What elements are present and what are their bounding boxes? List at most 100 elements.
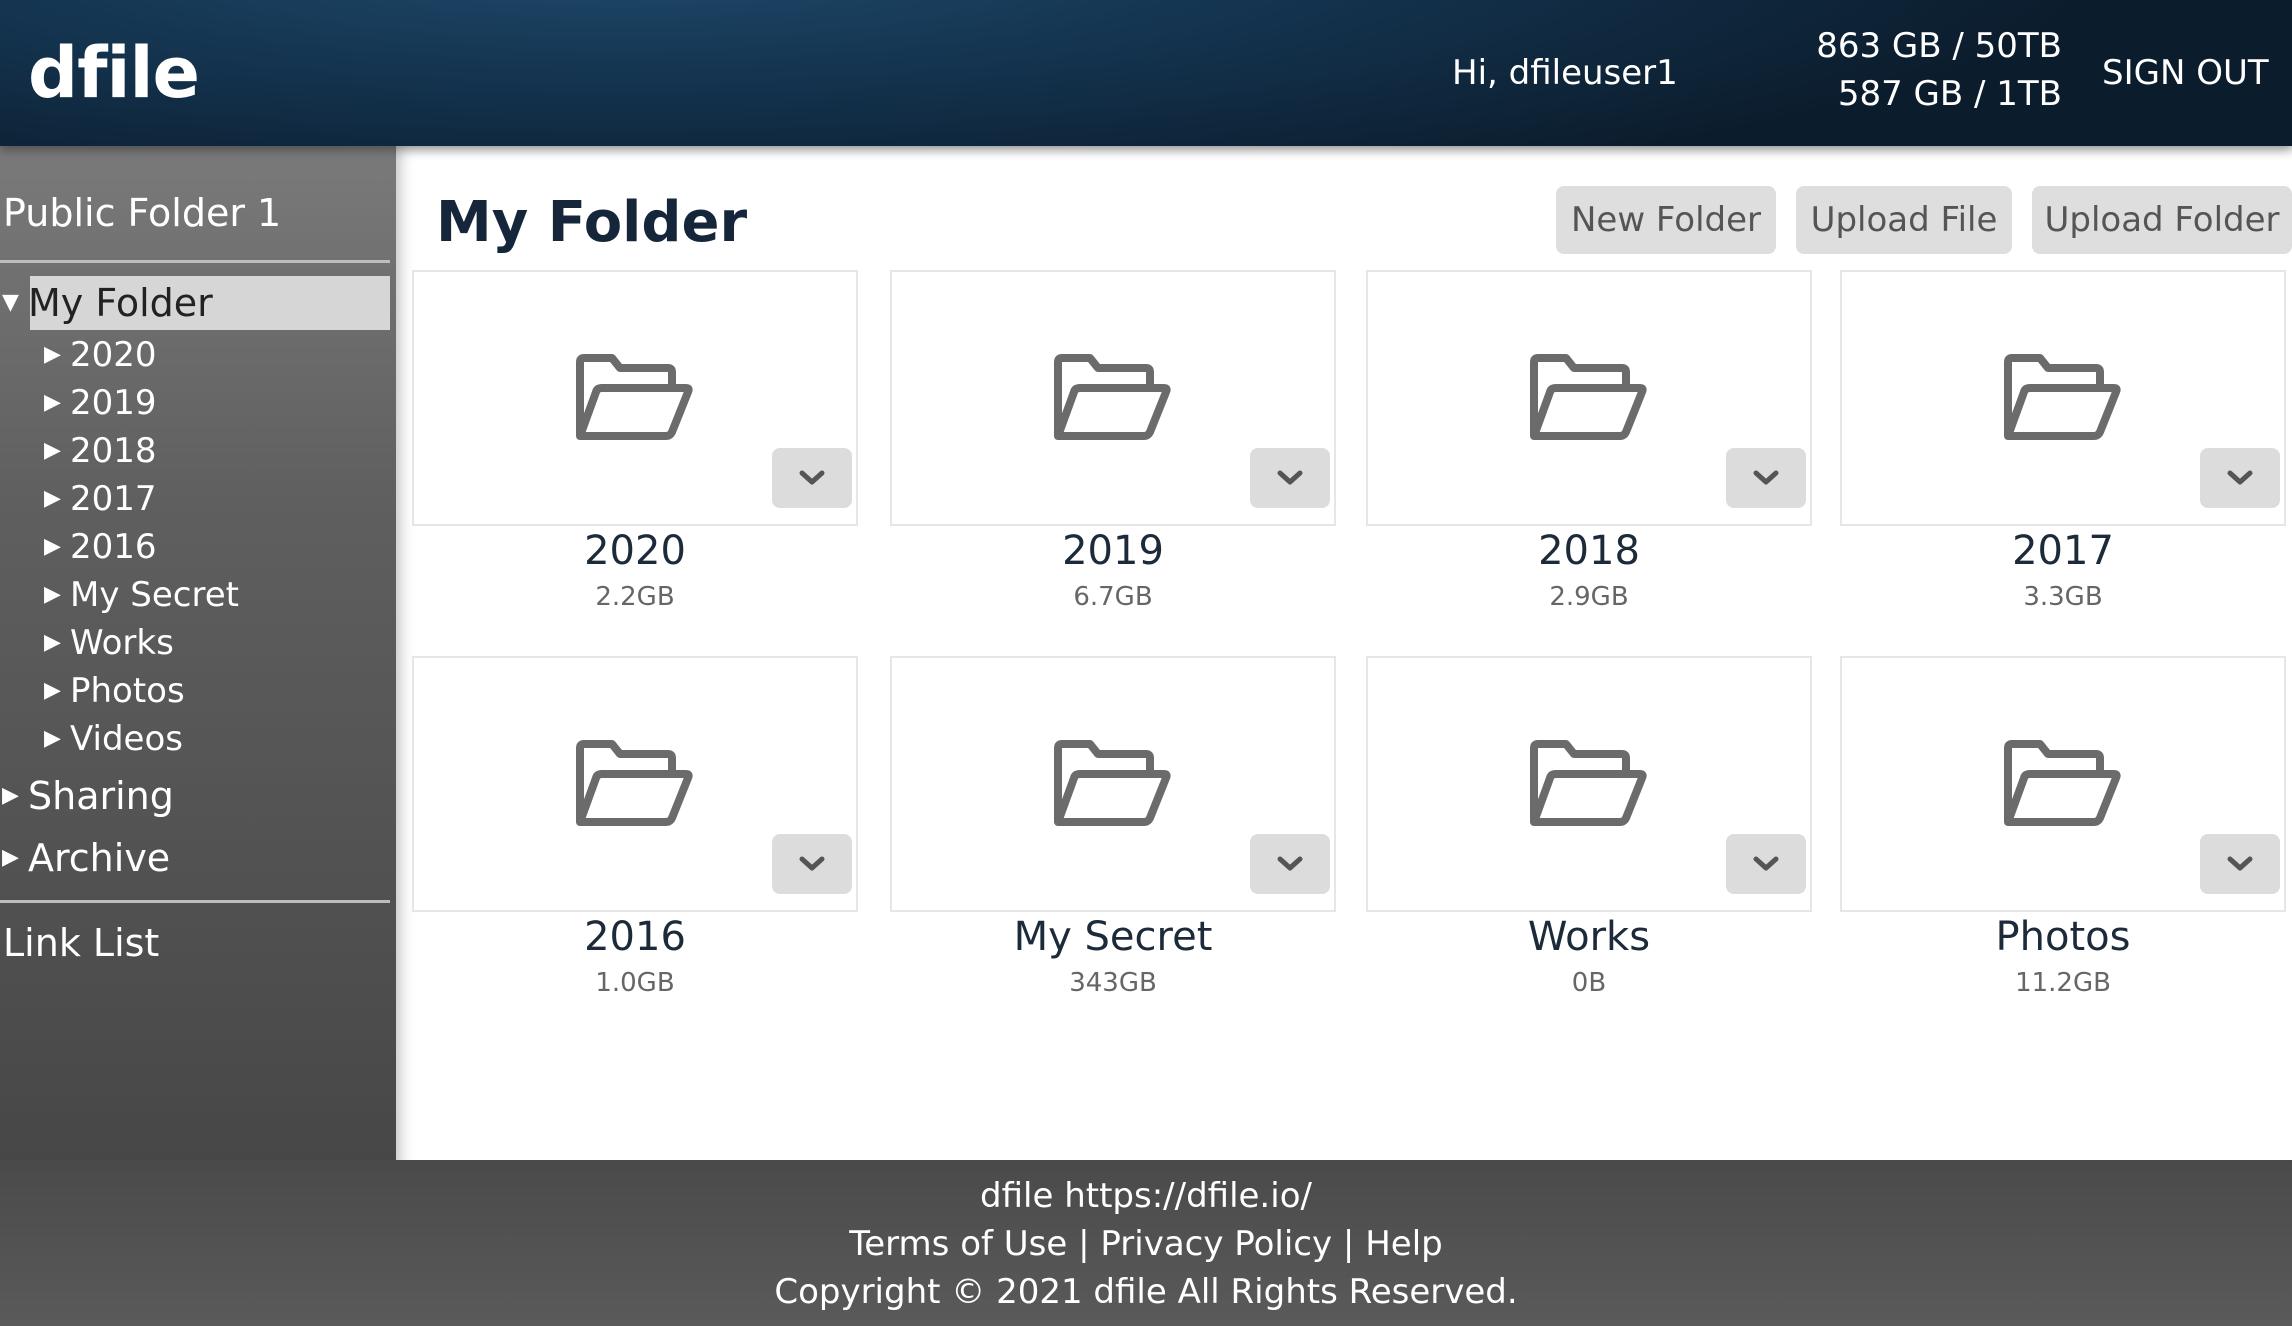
folder-open-icon: [2004, 740, 2121, 826]
folder-menu-button[interactable]: [1250, 448, 1330, 508]
folder-size: 3.3GB: [2023, 582, 2103, 612]
folder-menu-button[interactable]: [772, 834, 852, 894]
sidebar-item-works[interactable]: ▶ Works: [44, 620, 174, 666]
folder-menu-button[interactable]: [2200, 448, 2280, 508]
caret-right-icon[interactable]: ▶: [44, 680, 70, 702]
folder-open-icon: [1530, 354, 1647, 440]
storage-usage: 863 GB / 50TB 587 GB / 1TB: [1816, 22, 2062, 118]
caret-right-icon[interactable]: ▶: [44, 728, 70, 750]
folder-name[interactable]: 2016: [412, 912, 858, 962]
caret-down-icon[interactable]: ▼: [2, 292, 28, 314]
folder-open-icon: [576, 354, 693, 440]
sidebar-item-label: 2019: [70, 383, 157, 423]
folder-size: 1.0GB: [595, 968, 675, 998]
storage-usage-secondary: 587 GB / 1TB: [1837, 74, 2062, 114]
caret-right-icon[interactable]: ▶: [44, 488, 70, 510]
sidebar-item-label: Archive: [28, 836, 171, 880]
sidebar-item-label: Photos: [70, 671, 185, 711]
caret-right-icon[interactable]: ▶: [44, 344, 70, 366]
caret-right-icon[interactable]: ▶: [44, 584, 70, 606]
footer-links: Terms of Use | Privacy Policy | Help: [0, 1220, 2292, 1268]
sidebar-item-2016[interactable]: ▶ 2016: [44, 524, 157, 570]
chevron-down-icon: [2227, 470, 2253, 485]
folder-menu-button[interactable]: [1250, 834, 1330, 894]
folder-name[interactable]: 2018: [1366, 526, 1812, 576]
chevron-down-icon: [1277, 470, 1303, 485]
chevron-down-icon: [799, 856, 825, 871]
folder-size: 6.7GB: [1073, 582, 1153, 612]
folder-menu-button[interactable]: [772, 448, 852, 508]
folder-tile[interactable]: [412, 656, 858, 912]
upload-file-button[interactable]: Upload File: [1796, 186, 2012, 254]
sidebar-item-label: 2017: [70, 479, 157, 519]
folder-size: 0B: [1571, 968, 1607, 998]
folder-menu-button[interactable]: [1726, 448, 1806, 508]
chevron-down-icon: [1277, 856, 1303, 871]
chevron-down-icon: [1753, 856, 1779, 871]
sidebar-item-label: Videos: [70, 719, 183, 759]
logo[interactable]: dfile: [28, 30, 200, 116]
folder-size: 343GB: [1069, 968, 1157, 998]
storage-usage-primary: 863 GB / 50TB: [1816, 26, 2062, 66]
folder-menu-button[interactable]: [2200, 834, 2280, 894]
sidebar-item-2017[interactable]: ▶ 2017: [44, 476, 157, 522]
folder-tile[interactable]: [412, 270, 858, 526]
sidebar-item-label: Sharing: [28, 774, 174, 818]
sidebar-item-label: My Folder: [28, 281, 213, 325]
footer-separator: |: [1078, 1224, 1090, 1264]
new-folder-button[interactable]: New Folder: [1556, 186, 1776, 254]
sidebar-item-my-folder[interactable]: ▼ My Folder: [2, 278, 213, 328]
folder-name[interactable]: Photos: [1840, 912, 2286, 962]
footer: dfile https://dfile.io/ Terms of Use | P…: [0, 1160, 2292, 1326]
sidebar-item-label: 2020: [70, 335, 157, 375]
sidebar-item-public-folder[interactable]: Public Folder 1: [3, 188, 281, 238]
sidebar-item-link-list[interactable]: Link List: [3, 918, 159, 968]
folder-name[interactable]: 2017: [1840, 526, 2286, 576]
caret-right-icon[interactable]: ▶: [44, 440, 70, 462]
caret-right-icon[interactable]: ▶: [44, 536, 70, 558]
privacy-link[interactable]: Privacy Policy: [1100, 1224, 1332, 1264]
help-link[interactable]: Help: [1365, 1224, 1443, 1264]
caret-right-icon[interactable]: ▶: [44, 392, 70, 414]
folder-tile[interactable]: [890, 270, 1336, 526]
folder-name[interactable]: 2020: [412, 526, 858, 576]
terms-link[interactable]: Terms of Use: [849, 1224, 1067, 1264]
sidebar-item-2018[interactable]: ▶ 2018: [44, 428, 157, 474]
chevron-down-icon: [1753, 470, 1779, 485]
sign-out-button[interactable]: SIGN OUT: [2102, 50, 2269, 96]
sidebar-item-label: 2018: [70, 431, 157, 471]
folder-tile[interactable]: [1840, 656, 2286, 912]
folder-name[interactable]: My Secret: [890, 912, 1336, 962]
sidebar-item-sharing[interactable]: ▶ Sharing: [2, 771, 174, 821]
sidebar-item-2019[interactable]: ▶ 2019: [44, 380, 157, 426]
copyright: Copyright © 2021 dfile All Rights Reserv…: [774, 1272, 1518, 1312]
caret-right-icon[interactable]: ▶: [44, 632, 70, 654]
sidebar-item-archive[interactable]: ▶ Archive: [2, 833, 170, 883]
sidebar-item-videos[interactable]: ▶ Videos: [44, 716, 183, 762]
footer-brand[interactable]: dfile https://dfile.io/: [0, 1160, 2292, 1220]
folder-tile[interactable]: [1366, 270, 1812, 526]
sidebar-item-label: 2016: [70, 527, 157, 567]
upload-folder-button[interactable]: Upload Folder: [2032, 186, 2292, 254]
sidebar-item-2020[interactable]: ▶ 2020: [44, 332, 157, 378]
folder-tile[interactable]: [1840, 270, 2286, 526]
folder-tile[interactable]: [1366, 656, 1812, 912]
caret-right-icon[interactable]: ▶: [2, 785, 28, 807]
folder-size: 2.2GB: [595, 582, 675, 612]
sidebar: Public Folder 1 ▼ My Folder ▶ 2020 ▶ 201…: [0, 146, 396, 1160]
sidebar-item-photos[interactable]: ▶ Photos: [44, 668, 185, 714]
folder-name[interactable]: Works: [1366, 912, 1812, 962]
folder-size: 11.2GB: [2015, 968, 2111, 998]
folder-open-icon: [2004, 354, 2121, 440]
folder-tile[interactable]: [890, 656, 1336, 912]
chevron-down-icon: [799, 470, 825, 485]
sidebar-divider: [0, 900, 390, 903]
caret-right-icon[interactable]: ▶: [2, 847, 28, 869]
folder-name[interactable]: 2019: [890, 526, 1336, 576]
folder-open-icon: [1054, 740, 1171, 826]
page-title: My Folder: [436, 190, 748, 255]
folder-menu-button[interactable]: [1726, 834, 1806, 894]
folder-size: 2.9GB: [1549, 582, 1629, 612]
footer-separator: |: [1342, 1224, 1355, 1264]
sidebar-item-my-secret[interactable]: ▶ My Secret: [44, 572, 239, 618]
